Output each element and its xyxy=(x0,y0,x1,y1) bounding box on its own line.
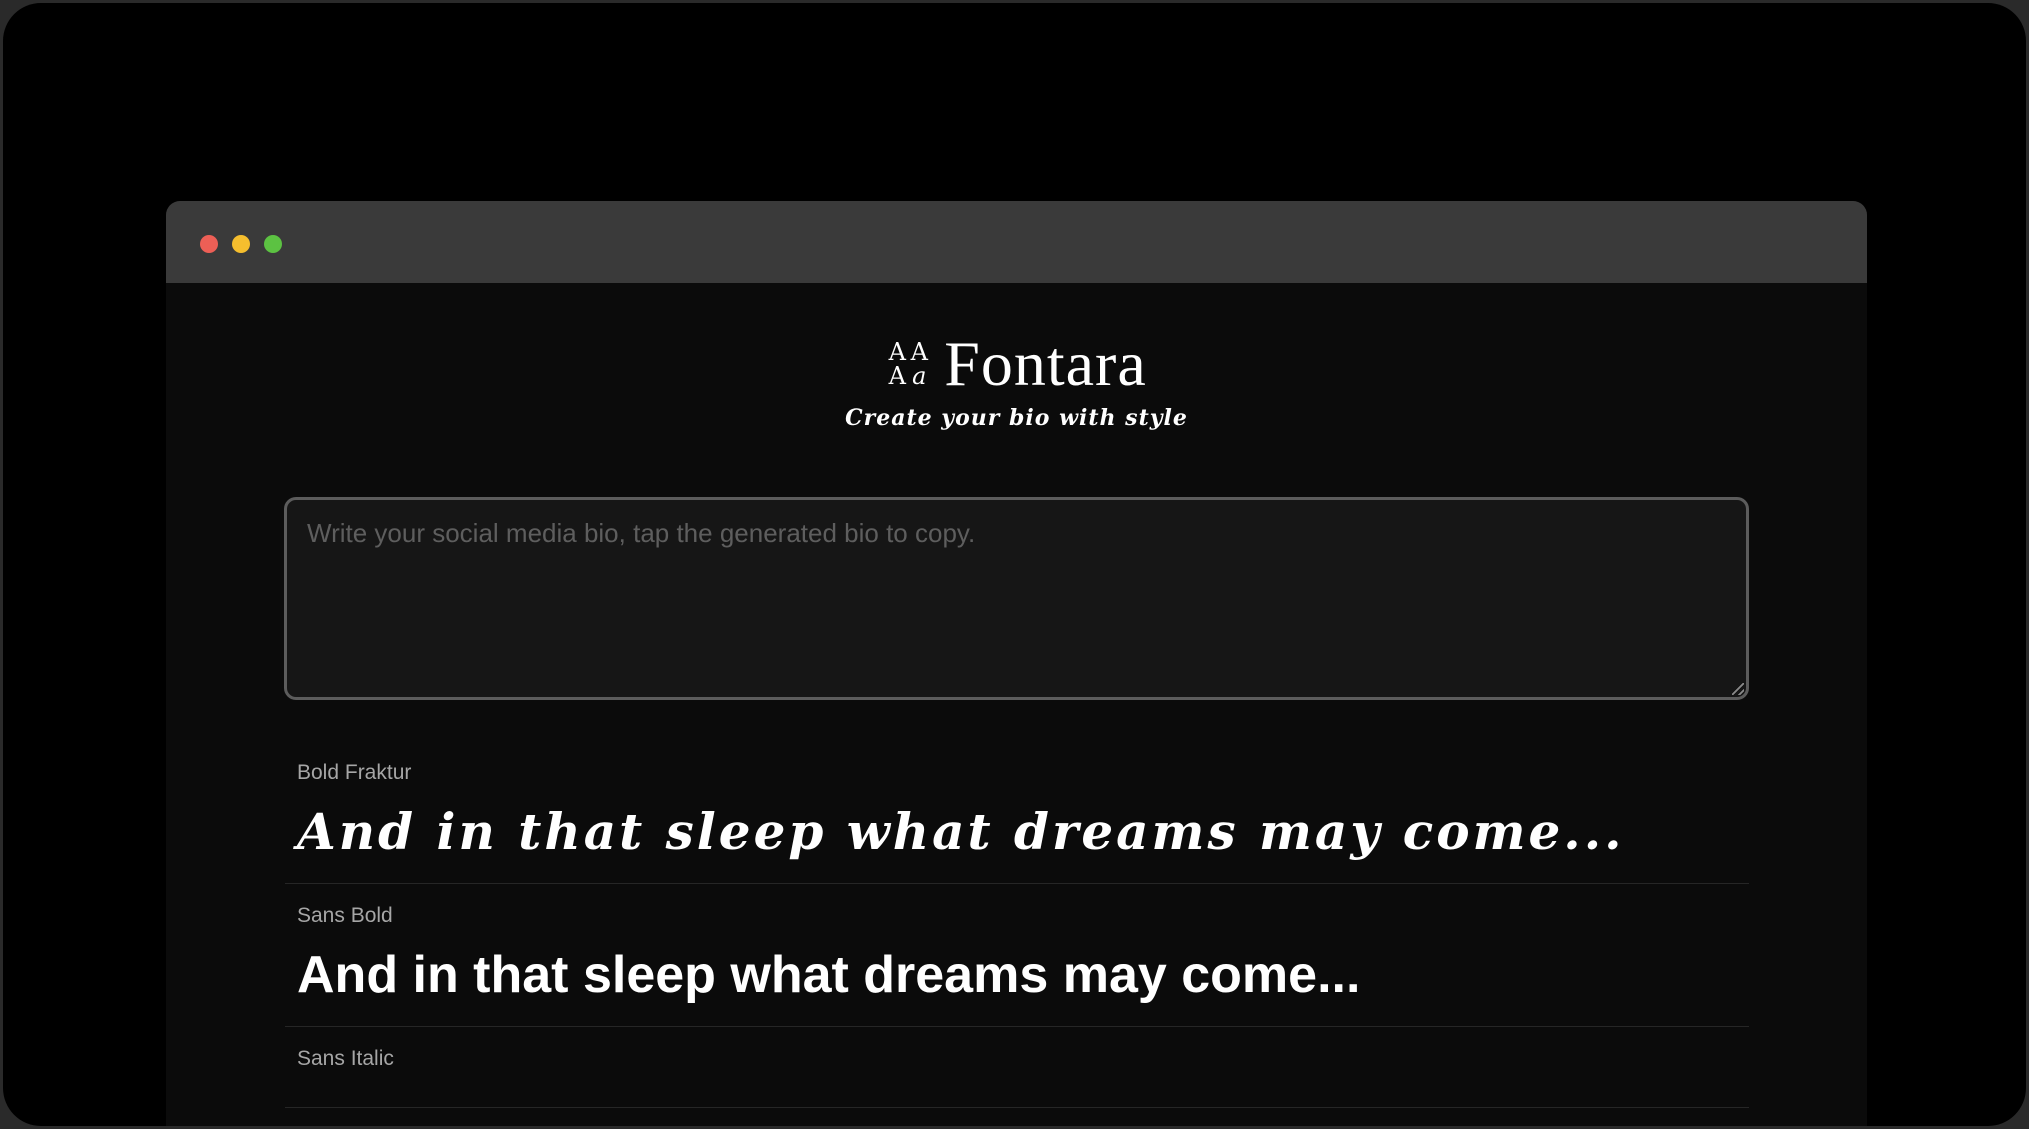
result-style-label: Sans Italic xyxy=(297,1047,394,1070)
result-bio-text[interactable]: And in that sleep what dreams may come..… xyxy=(297,944,1737,1026)
app-title: Fontara xyxy=(944,328,1147,399)
result-sans-bold[interactable]: Sans Bold And in that sleep what dreams … xyxy=(285,884,1749,1027)
result-sans-italic[interactable]: Sans Italic xyxy=(285,1027,1749,1108)
app-tagline: Create your bio with style xyxy=(845,405,1188,431)
app-header: A A A a Fontara Create your bio with sty… xyxy=(166,329,1867,432)
bio-input[interactable] xyxy=(284,497,1749,700)
resize-handle-icon[interactable] xyxy=(1732,683,1744,695)
result-bio-text[interactable]: And in that sleep what dreams may come..… xyxy=(297,801,1737,883)
result-bio-text[interactable] xyxy=(297,1087,1737,1107)
device-frame: A A A a Fontara Create your bio with sty… xyxy=(3,3,2026,1126)
close-window-button[interactable] xyxy=(200,235,218,253)
brand: A A A a Fontara xyxy=(886,329,1147,399)
title-bar xyxy=(166,201,1867,283)
app-window: A A A a Fontara Create your bio with sty… xyxy=(166,201,1867,1126)
maximize-window-button[interactable] xyxy=(264,235,282,253)
result-style-label: Bold Fraktur xyxy=(297,761,412,784)
generated-bios-list: Bold Fraktur And in that sleep what drea… xyxy=(285,741,1749,1108)
result-bold-fraktur[interactable]: Bold Fraktur And in that sleep what drea… xyxy=(285,741,1749,884)
result-style-label: Sans Bold xyxy=(297,904,393,927)
minimize-window-button[interactable] xyxy=(232,235,250,253)
font-logo-icon: A A A a xyxy=(888,338,928,390)
